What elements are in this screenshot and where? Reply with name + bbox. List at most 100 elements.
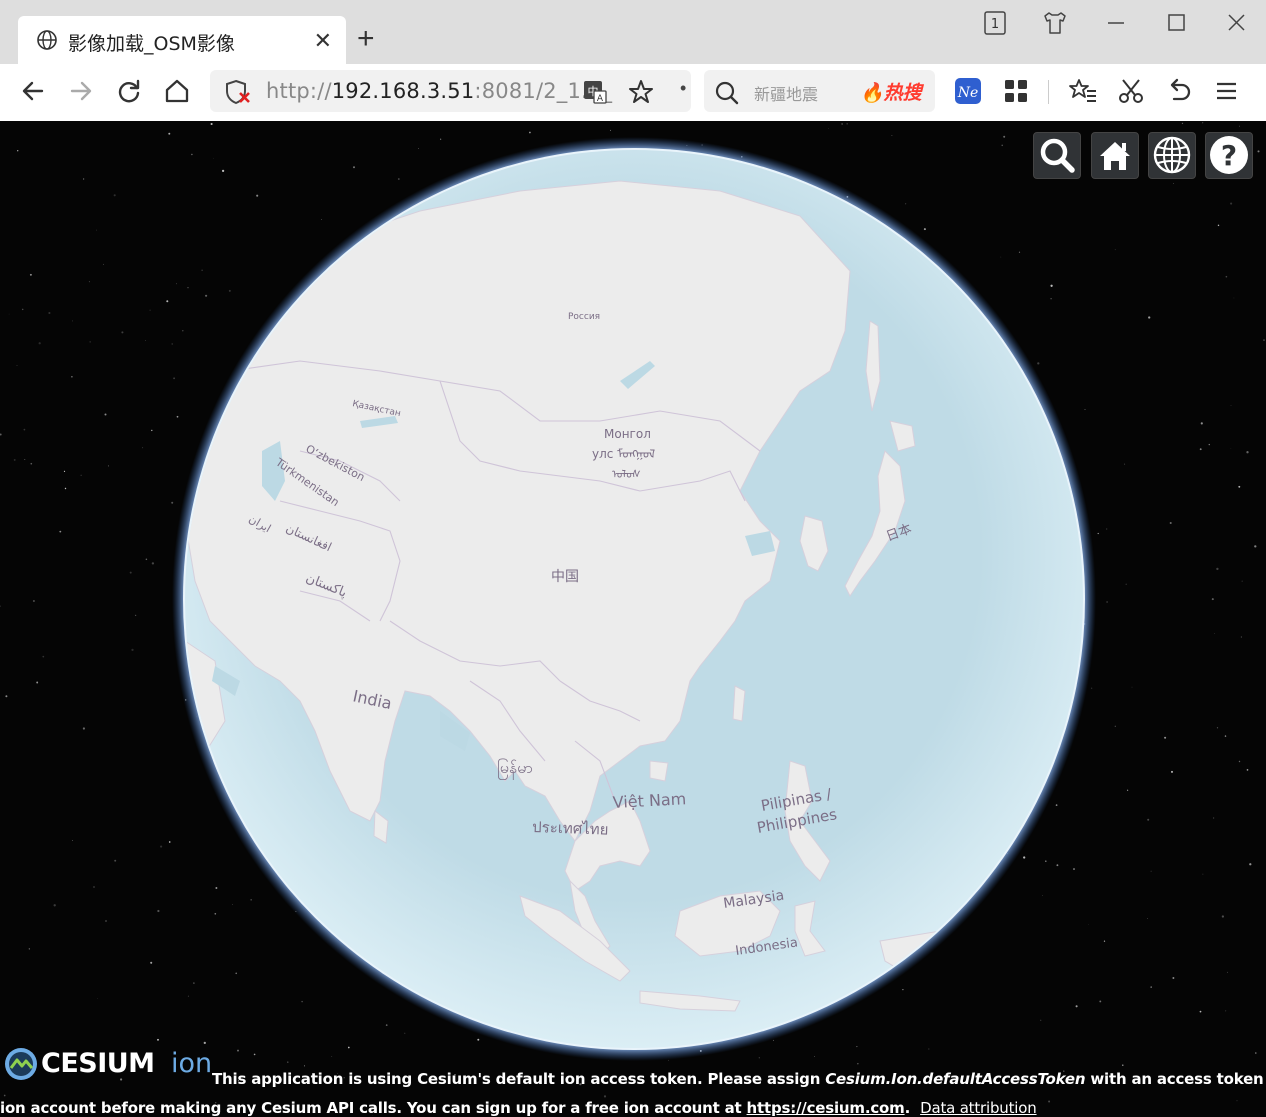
star — [121, 331, 124, 334]
star-icon[interactable] — [628, 79, 654, 105]
label-vietnam: Việt Nam — [612, 789, 687, 812]
help-button[interactable]: ? — [1205, 132, 1253, 179]
star — [48, 311, 51, 315]
star — [1214, 633, 1216, 634]
undo-close-button[interactable] — [1164, 76, 1194, 106]
star — [21, 308, 24, 311]
forward-button[interactable] — [66, 76, 96, 106]
star — [149, 309, 151, 311]
close-window-button[interactable] — [1219, 8, 1253, 38]
ne-extension-icon: Ne — [955, 78, 981, 104]
star — [157, 909, 160, 913]
star — [1124, 463, 1126, 465]
minimize-button[interactable] — [1099, 8, 1133, 38]
star — [1003, 135, 1006, 138]
back-button[interactable] — [18, 76, 48, 106]
star — [1040, 1019, 1042, 1021]
star — [93, 886, 95, 888]
star — [1216, 727, 1219, 729]
star — [321, 219, 322, 221]
star — [1075, 1005, 1078, 1008]
arrow-left-icon — [22, 81, 44, 101]
screenshot-button[interactable] — [1116, 76, 1146, 106]
star — [1084, 409, 1086, 410]
star — [1147, 818, 1150, 821]
star — [129, 571, 132, 574]
star — [1056, 864, 1059, 867]
apps-button[interactable] — [1001, 76, 1031, 106]
home-button[interactable] — [162, 76, 192, 106]
star — [1126, 789, 1129, 791]
star — [205, 294, 208, 297]
star — [168, 841, 171, 843]
star — [440, 138, 442, 140]
window-count-button[interactable]: 1 — [978, 8, 1012, 38]
geocoder-search-button[interactable] — [1033, 132, 1081, 179]
minimize-icon — [1108, 22, 1124, 24]
favorites-button[interactable] — [1068, 76, 1098, 106]
url-text: http://192.168.3.51:8081/2_1.5_ — [266, 79, 613, 103]
star — [28, 948, 30, 950]
star — [1099, 1000, 1102, 1003]
star — [168, 132, 171, 135]
star — [1238, 485, 1241, 488]
star — [1091, 687, 1093, 689]
star — [72, 320, 73, 322]
star — [1181, 122, 1184, 125]
star — [1172, 977, 1175, 979]
star — [107, 465, 109, 467]
star — [1097, 532, 1099, 535]
label-mongolia-3: ᠤᠯᠤᠰ — [612, 468, 641, 481]
svg-text:?: ? — [1221, 139, 1237, 172]
star — [17, 150, 19, 152]
star — [114, 859, 117, 862]
star — [1233, 297, 1235, 299]
star — [150, 961, 153, 964]
star — [80, 474, 82, 476]
star — [131, 648, 134, 652]
dot-indicator: • — [680, 78, 687, 98]
help-icon: ? — [1210, 136, 1248, 174]
label-mongolia-1: Монгол — [604, 427, 651, 441]
star — [32, 599, 35, 603]
skin-button[interactable] — [1038, 8, 1072, 38]
extension-ne-button[interactable]: Ne — [953, 76, 983, 106]
menu-button[interactable] — [1212, 76, 1242, 106]
star — [24, 459, 26, 461]
star — [176, 283, 177, 285]
translate-icon[interactable]: 中 A — [582, 79, 608, 105]
star — [151, 562, 155, 565]
star — [59, 530, 62, 533]
hot-search-label[interactable]: 🔥热搜 — [860, 78, 922, 105]
new-tab-button[interactable]: + — [357, 24, 375, 54]
cesium-ion-logo[interactable]: CESIUM ion — [3, 1044, 213, 1084]
star — [353, 166, 355, 169]
star — [1199, 1010, 1202, 1013]
hamburger-menu-icon — [1217, 82, 1236, 100]
cesium-signup-link[interactable]: https://cesium.com — [747, 1099, 905, 1117]
scissors-icon — [1119, 79, 1143, 103]
home-view-button[interactable] — [1091, 132, 1139, 179]
star — [828, 128, 829, 130]
scene-mode-button[interactable] — [1148, 132, 1196, 179]
star — [1200, 422, 1203, 425]
globe-scene[interactable]: Россия Қазақстан Oʻzbekiston Türkmenista… — [0, 121, 1266, 1117]
search-box[interactable]: 新疆地震 🔥热搜 — [704, 70, 935, 112]
maximize-button[interactable] — [1159, 8, 1193, 38]
close-tab-icon[interactable]: ✕ — [314, 28, 332, 54]
star — [1114, 249, 1116, 251]
active-tab[interactable]: 影像加载_OSM影像 ✕ — [18, 16, 346, 64]
reload-button[interactable] — [114, 76, 144, 106]
data-attribution-link[interactable]: Data attribution — [920, 1099, 1037, 1117]
cesium-viewer[interactable]: Россия Қазақстан Oʻzbekiston Türkmenista… — [0, 121, 1266, 1117]
star — [193, 982, 195, 984]
address-bar[interactable]: http://192.168.3.51:8081/2_1.5_ 中 A • — [210, 70, 691, 112]
star — [176, 415, 179, 418]
star — [301, 1000, 303, 1003]
insecure-shield-icon[interactable] — [224, 79, 252, 105]
star — [256, 194, 259, 197]
star — [1224, 735, 1227, 737]
star — [29, 273, 32, 276]
star — [105, 920, 107, 922]
apps-grid-icon — [1005, 80, 1027, 102]
